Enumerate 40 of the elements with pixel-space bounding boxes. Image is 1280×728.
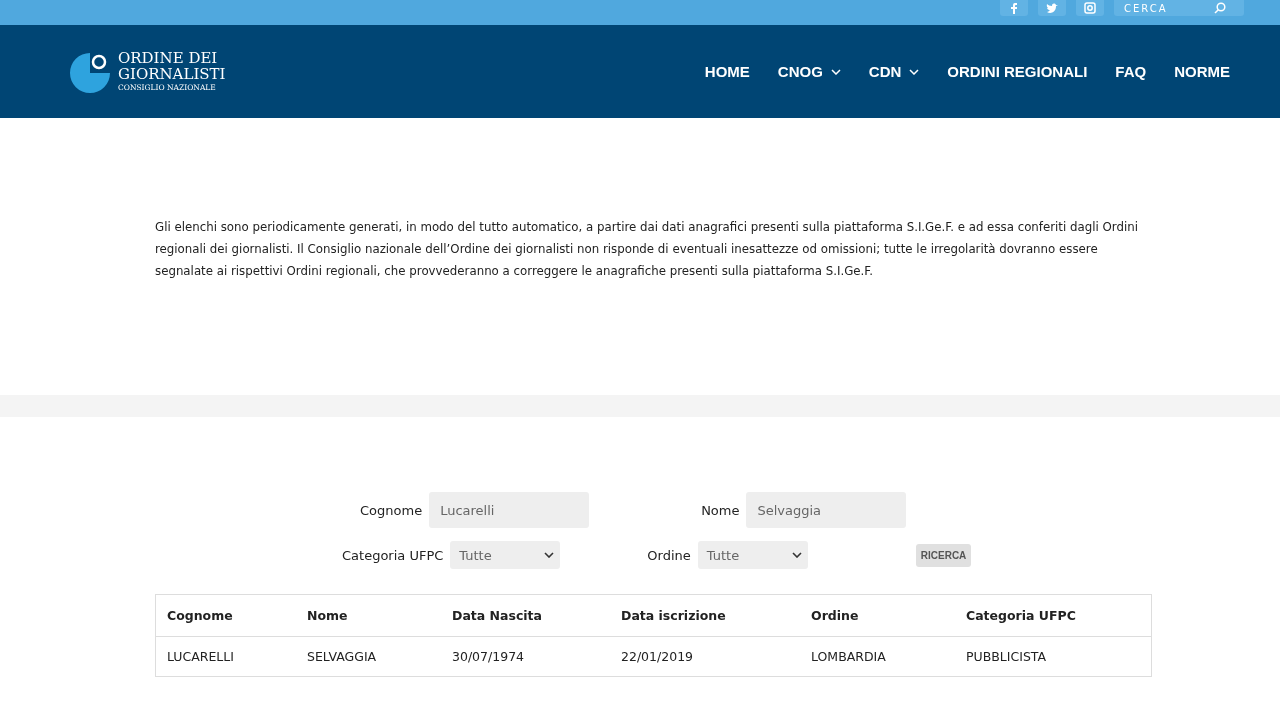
nav-link[interactable]: CDN	[868, 63, 920, 80]
facebook-icon[interactable]	[1000, 0, 1028, 16]
chevron-down-icon	[830, 68, 841, 75]
column-header: Nome	[296, 594, 441, 637]
field-label: Cognome	[360, 502, 423, 518]
field-label: Nome	[701, 502, 740, 518]
search-field[interactable]: CERCA	[1114, 0, 1244, 16]
order-dropdown[interactable]: Tutte	[697, 541, 808, 569]
column-header: Data iscrizione	[610, 594, 800, 637]
nav-link[interactable]: ORDINI REGIONALI	[947, 63, 1088, 80]
camera-icon[interactable]	[1076, 0, 1104, 16]
name-field[interactable]: Selvaggia	[746, 492, 907, 528]
disclaimer-text: Gli elenchi sono periodicamente generati, in modo del tutto automatico, a partire dai dati anagrafici presenti sulla piattaforma S.I.Ge.F. e ad essa conferiti dagli Ordini regionali dei giornalisti. Il Consiglio nazionale dell’Ordine dei giornalisti non risponde di eventuali inesattezze od omissioni; tutte le irregolarità dovranno essere segnalate ai rispettivi Ordini regionali, che provvederanno a correggere le anagrafiche presenti sulla piattaforma S.I.Ge.F.	[155, 218, 1139, 280]
nav-link[interactable]: FAQ	[1115, 63, 1147, 80]
field-label: Categoria UFPC	[342, 547, 444, 563]
chevron-down-icon	[544, 552, 555, 558]
column-header: Ordine	[800, 594, 955, 637]
search-icon[interactable]	[1214, 2, 1226, 14]
bird-icon[interactable]	[1038, 0, 1066, 16]
chevron-down-icon	[791, 552, 802, 558]
column-header: Data Nascita	[441, 594, 610, 637]
logo-title[interactable]: ORDINE DEI	[118, 50, 226, 66]
nav-link[interactable]: NORME	[1174, 63, 1230, 80]
nav-link[interactable]: HOME	[704, 63, 750, 80]
logo-icon[interactable]	[69, 50, 111, 93]
nav-link[interactable]: CNOG	[777, 63, 841, 80]
table-cell: 30/07/1974	[441, 636, 610, 677]
chevron-down-icon	[909, 68, 920, 75]
table-cell: LUCARELLI	[155, 636, 296, 677]
table-cell: PUBBLICISTA	[955, 636, 1152, 677]
table-cell: SELVAGGIA	[296, 636, 441, 677]
column-header: Categoria UFPC	[955, 594, 1152, 637]
column-header: Cognome	[155, 594, 296, 637]
field-label: Ordine	[647, 547, 691, 563]
table-cell: 22/01/2019	[610, 636, 800, 677]
table-cell: LOMBARDIA	[800, 636, 955, 677]
category-dropdown[interactable]: Tutte	[450, 541, 561, 569]
surname-field[interactable]: Lucarelli	[429, 492, 590, 528]
logo-title[interactable]: GIORNALISTI	[118, 66, 226, 82]
search-button[interactable]: RICERCA	[915, 543, 972, 567]
